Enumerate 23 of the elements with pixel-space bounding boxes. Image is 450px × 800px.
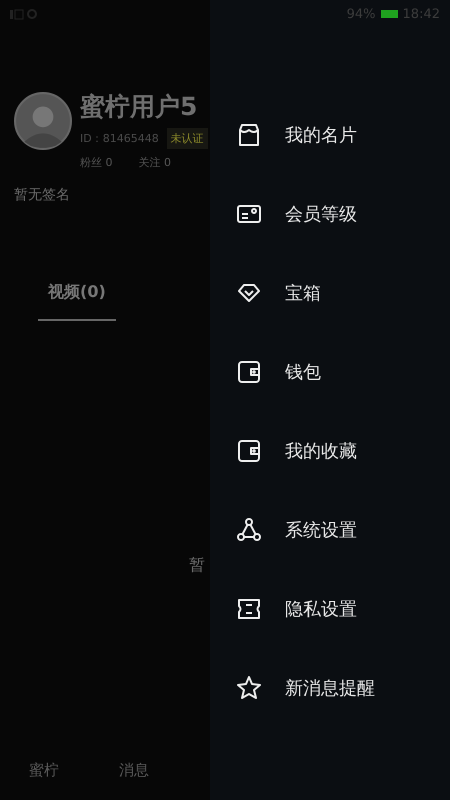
user-name: 蜜柠用户5	[80, 92, 198, 122]
wallet-icon	[236, 358, 262, 384]
star-icon	[236, 674, 262, 700]
fans-count: 粉丝 0	[80, 155, 112, 170]
battery-icon	[380, 10, 398, 18]
drawer-menu-item[interactable]: 宝箱	[210, 253, 450, 332]
following-count: 关注 0	[138, 155, 171, 170]
drawer-menu-item[interactable]: 钱包	[210, 332, 450, 411]
user-id: ID：81465448	[80, 131, 159, 146]
drawer-menu-item[interactable]: 我的名片	[210, 95, 450, 174]
store-icon	[236, 122, 262, 148]
network-icon	[236, 516, 262, 542]
drawer-menu-item[interactable]: 隐私设置	[210, 569, 450, 648]
drawer-menu-item[interactable]: 会员等级	[210, 174, 450, 253]
signature: 暂无签名	[13, 186, 71, 204]
drawer-menu-item[interactable]: 新消息提醒	[210, 648, 450, 727]
drawer-menu-item[interactable]: 系统设置	[210, 490, 450, 569]
tab[interactable]: 视频(0)	[38, 282, 116, 321]
drawer-menu-item[interactable]: 我的收藏	[210, 411, 450, 490]
empty-state-text: 暂	[189, 555, 205, 576]
wallet-icon	[236, 438, 262, 464]
verification-badge: 未认证	[166, 128, 208, 149]
avatar	[14, 92, 72, 150]
